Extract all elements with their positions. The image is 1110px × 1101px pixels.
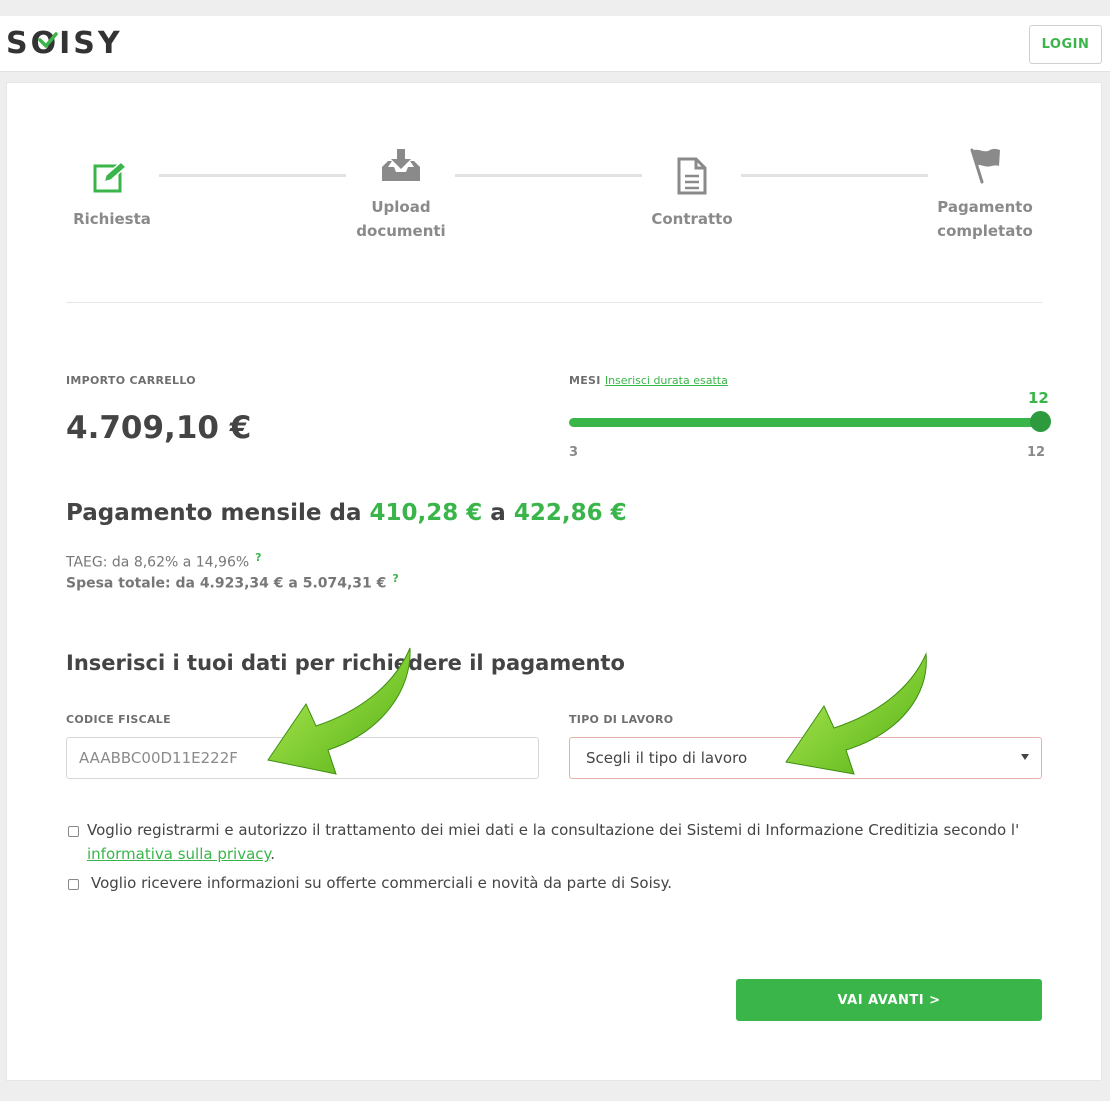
privacy-policy-link[interactable]: informativa sulla privacy bbox=[87, 845, 270, 863]
months-label: MESI bbox=[569, 374, 601, 387]
step-connector bbox=[741, 174, 928, 177]
section-divider bbox=[66, 302, 1042, 303]
step-label-line2: documenti bbox=[356, 222, 446, 240]
top-header: SOISY LOGIN bbox=[0, 16, 1110, 72]
download-tray-icon bbox=[382, 149, 420, 181]
taeg-info: TAEG: da 8,62% a 14,96%? bbox=[66, 551, 262, 571]
monthly-from: 410,28 € bbox=[369, 500, 483, 526]
step-label: Pagamento bbox=[937, 198, 1033, 216]
flag-icon bbox=[970, 148, 1000, 184]
job-type-select[interactable]: Scegli il tipo di lavoro bbox=[569, 737, 1042, 779]
marketing-consent-text: Voglio ricevere informazioni su offerte … bbox=[91, 874, 673, 892]
login-button[interactable]: LOGIN bbox=[1029, 25, 1102, 64]
taeg-help-icon[interactable]: ? bbox=[255, 551, 261, 564]
monthly-payment-range: Pagamento mensile da 410,28 € a 422,86 € bbox=[66, 500, 627, 526]
slider-max-label: 12 bbox=[1027, 445, 1046, 460]
monthly-prefix: Pagamento mensile da bbox=[66, 500, 362, 526]
total-cost-text: Spesa totale: da 4.923,34 € a 5.074,31 € bbox=[66, 575, 387, 592]
step-upload-documenti: Upload documenti bbox=[345, 195, 457, 243]
form-title: Inserisci i tuoi dati per richiedere il … bbox=[66, 651, 625, 675]
privacy-consent-label: Voglio registrarmi e autorizzo il tratta… bbox=[87, 821, 1020, 839]
step-richiesta: Richiesta bbox=[62, 207, 162, 231]
next-button[interactable]: VAI AVANTI > bbox=[736, 979, 1042, 1021]
marketing-consent-checkbox[interactable] bbox=[68, 879, 79, 890]
edit-icon bbox=[93, 160, 128, 193]
step-connector bbox=[455, 174, 642, 177]
step-contratto: Contratto bbox=[642, 207, 742, 231]
privacy-consent-text: Voglio registrarmi e autorizzo il tratta… bbox=[87, 818, 1047, 866]
months-slider-handle[interactable] bbox=[1030, 411, 1051, 432]
total-cost-help-icon[interactable]: ? bbox=[392, 572, 398, 585]
job-type-value: Scegli il tipo di lavoro bbox=[586, 749, 748, 767]
step-label: Upload bbox=[371, 198, 431, 216]
check-icon bbox=[38, 32, 58, 48]
soisy-logo[interactable]: SOISY bbox=[6, 26, 123, 61]
privacy-consent-checkbox[interactable] bbox=[68, 826, 79, 837]
months-label-row: MESI Inserisci durata esatta bbox=[569, 374, 728, 387]
exact-duration-link[interactable]: Inserisci durata esatta bbox=[605, 374, 728, 387]
months-slider-track[interactable] bbox=[569, 418, 1042, 427]
step-label-line2: completato bbox=[937, 222, 1033, 240]
privacy-consent-period: . bbox=[270, 845, 276, 863]
taeg-text: TAEG: da 8,62% a 14,96% bbox=[66, 554, 250, 571]
step-label: Contratto bbox=[651, 210, 733, 228]
step-pagamento-completato: Pagamento completato bbox=[928, 195, 1042, 243]
step-connector bbox=[159, 174, 346, 177]
cart-label: IMPORTO CARRELLO bbox=[66, 374, 196, 387]
cart-amount: 4.709,10 € bbox=[66, 410, 252, 446]
job-type-label: TIPO DI LAVORO bbox=[569, 713, 674, 726]
logo-text: SOISY bbox=[6, 26, 123, 61]
slider-min-label: 3 bbox=[569, 445, 579, 460]
total-cost-info: Spesa totale: da 4.923,34 € a 5.074,31 €… bbox=[66, 572, 399, 592]
monthly-mid: a bbox=[490, 500, 506, 526]
step-label: Richiesta bbox=[73, 210, 151, 228]
document-icon bbox=[677, 157, 707, 195]
fiscal-code-label: CODICE FISCALE bbox=[66, 713, 171, 726]
months-value: 12 bbox=[1028, 389, 1049, 407]
chevron-down-icon bbox=[1021, 754, 1029, 760]
monthly-to: 422,86 € bbox=[513, 500, 627, 526]
fiscal-code-input[interactable] bbox=[66, 737, 539, 779]
